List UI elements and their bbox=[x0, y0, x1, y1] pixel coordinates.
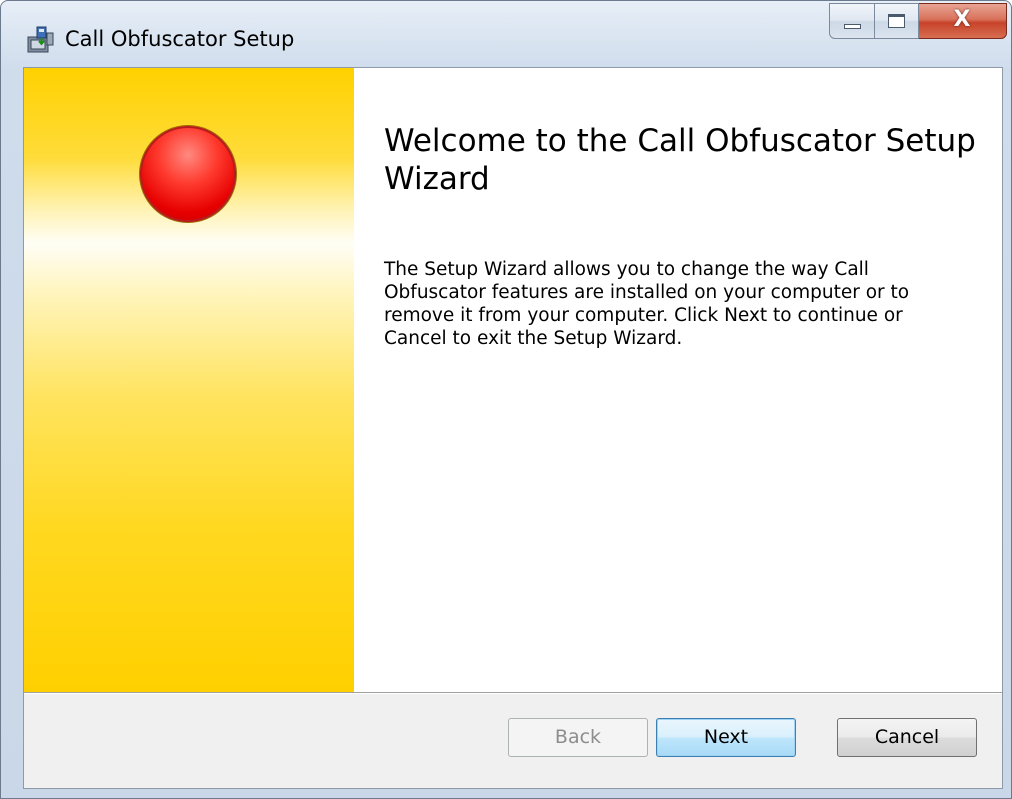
back-button[interactable]: Back bbox=[508, 718, 648, 757]
wizard-footer: Back Next Cancel bbox=[24, 694, 1002, 788]
installer-icon bbox=[25, 25, 55, 55]
wizard-client-area: Welcome to the Call Obfuscator Setup Wiz… bbox=[23, 67, 1003, 789]
setup-wizard-window: Call Obfuscator Setup X Welcome to the C… bbox=[0, 0, 1012, 799]
window-title: Call Obfuscator Setup bbox=[65, 27, 295, 51]
maximize-button[interactable] bbox=[875, 3, 919, 39]
red-circle-graphic bbox=[140, 126, 236, 222]
next-button[interactable]: Next bbox=[656, 718, 796, 757]
minimize-button[interactable] bbox=[829, 3, 875, 39]
wizard-banner bbox=[24, 68, 354, 692]
close-button[interactable]: X bbox=[919, 3, 1007, 39]
minimize-icon bbox=[844, 24, 861, 29]
caption-buttons: X bbox=[829, 3, 1007, 41]
cancel-button[interactable]: Cancel bbox=[837, 718, 977, 757]
welcome-description: The Setup Wizard allows you to change th… bbox=[384, 259, 910, 349]
wizard-content: Welcome to the Call Obfuscator Setup Wiz… bbox=[354, 68, 1002, 692]
maximize-icon bbox=[888, 14, 905, 28]
close-icon: X bbox=[953, 7, 971, 32]
title-bar[interactable]: Call Obfuscator Setup X bbox=[1, 1, 1011, 67]
welcome-heading: Welcome to the Call Obfuscator Setup Wiz… bbox=[384, 123, 976, 197]
